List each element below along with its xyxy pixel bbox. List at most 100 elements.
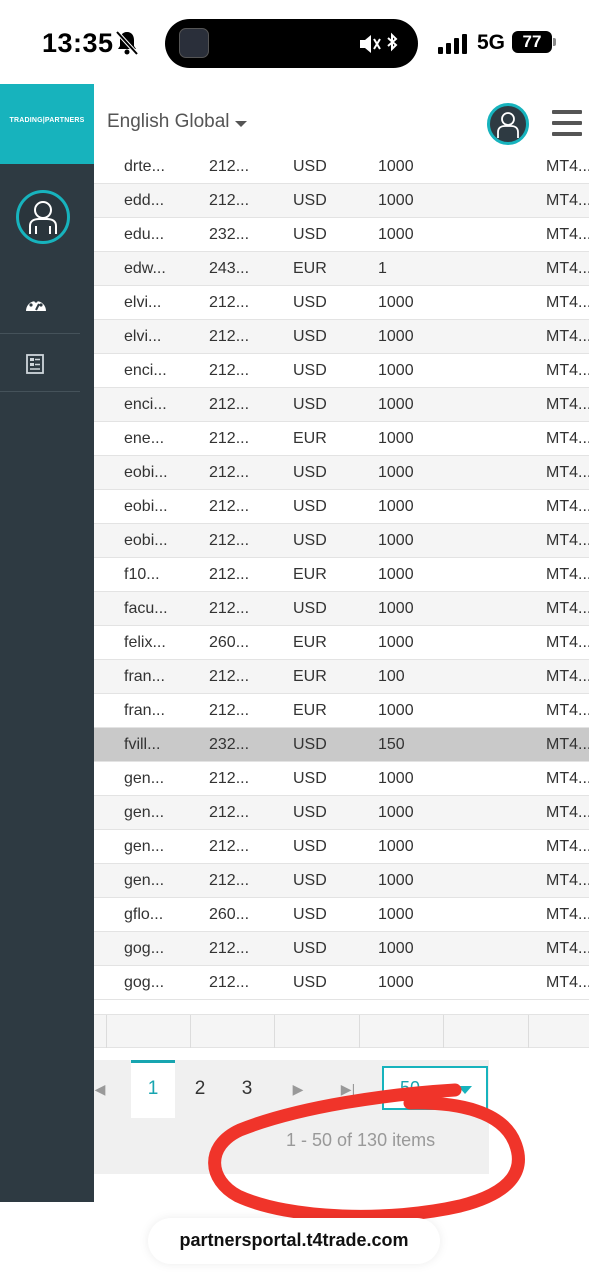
sidebar-item-dashboard[interactable]	[0, 277, 80, 334]
page-size-select[interactable]: 50	[382, 1066, 488, 1110]
table-cell: 212...	[209, 940, 250, 957]
table-cell: 232...	[209, 226, 250, 243]
last-page-button[interactable]: ▶|	[326, 1060, 370, 1118]
table-cell: USD	[293, 770, 327, 787]
report-icon	[26, 354, 44, 374]
table-row[interactable]: elvi... 212... USD 1000 MT4...	[94, 286, 589, 320]
table-row[interactable]: ene... 212... EUR 1000 MT4...	[94, 422, 589, 456]
table-cell: MT4...	[546, 804, 589, 821]
browser-url-bar[interactable]: partnersportal.t4trade.com	[148, 1218, 440, 1264]
table-cell: elvi...	[124, 294, 162, 311]
table-cell: edu...	[124, 226, 165, 243]
table-cell: EUR	[293, 430, 327, 447]
table-row[interactable]: fran... 212... EUR 100 MT4...	[94, 660, 589, 694]
table-row[interactable]: enci... 212... USD 1000 MT4...	[94, 354, 589, 388]
table-cell: 212...	[209, 430, 250, 447]
table-cell: 1000	[378, 838, 414, 855]
app-icon	[179, 28, 209, 58]
table-cell: 1	[378, 260, 387, 277]
table-cell: 1000	[378, 226, 414, 243]
table-cell: gen...	[124, 872, 165, 889]
table-cell: 212...	[209, 974, 250, 991]
sidebar-item-reports[interactable]	[0, 335, 80, 392]
table-cell: elvi...	[124, 328, 162, 345]
table-row[interactable]: drte... 212... USD 1000 MT4...	[94, 150, 589, 184]
table-row[interactable]: gen... 212... USD 1000 MT4...	[94, 830, 589, 864]
table-footer-row	[94, 1014, 589, 1049]
table-row[interactable]: gflo... 260... USD 1000 MT4...	[94, 898, 589, 932]
dashboard-icon	[26, 299, 46, 311]
table-cell: drte...	[124, 158, 165, 175]
table-cell: 212...	[209, 770, 250, 787]
table-cell: MT4...	[546, 294, 589, 311]
table-row[interactable]: f10... 212... EUR 1000 MT4...	[94, 558, 589, 592]
chevron-down-icon	[458, 1086, 472, 1094]
table-row[interactable]: eobi... 212... USD 1000 MT4...	[94, 456, 589, 490]
status-time: 13:35	[42, 28, 114, 58]
table-cell: 1000	[378, 430, 414, 447]
table-row[interactable]: gog... 212... USD 1000 MT4...	[94, 966, 589, 1000]
table-cell: 1000	[378, 294, 414, 311]
next-page-button[interactable]: ▶	[276, 1060, 320, 1118]
page-button-3[interactable]: 3	[225, 1060, 269, 1118]
table-row[interactable]: edd... 212... USD 1000 MT4...	[94, 184, 589, 218]
table-row[interactable]: facu... 212... USD 1000 MT4...	[94, 592, 589, 626]
table-cell: USD	[293, 226, 327, 243]
table-cell: gen...	[124, 804, 165, 821]
table-cell: MT4...	[546, 498, 589, 515]
table-cell: USD	[293, 838, 327, 855]
items-count-info: 1 - 50 of 130 items	[286, 1130, 436, 1150]
page-size-value: 50	[400, 1078, 421, 1098]
brand-logo[interactable]: TRADING|PARTNERS	[0, 84, 94, 164]
chevron-down-icon[interactable]	[235, 121, 247, 127]
table-row[interactable]: edw... 243... EUR 1 MT4...	[94, 252, 589, 286]
table-row[interactable]: edu... 232... USD 1000 MT4...	[94, 218, 589, 252]
table-cell: 212...	[209, 566, 250, 583]
table-cell: USD	[293, 804, 327, 821]
user-avatar[interactable]	[16, 190, 70, 244]
table-cell: facu...	[124, 600, 168, 617]
table-row[interactable]: eobi... 212... USD 1000 MT4...	[94, 524, 589, 558]
menu-icon[interactable]	[552, 110, 582, 136]
table-cell: EUR	[293, 668, 327, 685]
table-row[interactable]: elvi... 212... USD 1000 MT4...	[94, 320, 589, 354]
table-cell: USD	[293, 158, 327, 175]
table-cell: MT4...	[546, 600, 589, 617]
table-cell: MT4...	[546, 362, 589, 379]
table-row[interactable]: eobi... 212... USD 1000 MT4...	[94, 490, 589, 524]
table-row[interactable]: gog... 212... USD 1000 MT4...	[94, 932, 589, 966]
table-cell: 1000	[378, 940, 414, 957]
table-cell: edw...	[124, 260, 166, 277]
language-selector[interactable]: English Global	[107, 111, 230, 133]
table-row[interactable]: felix... 260... EUR 1000 MT4...	[94, 626, 589, 660]
bell-slash-icon	[115, 30, 139, 56]
page-button-2[interactable]: 2	[178, 1060, 222, 1118]
table-cell: edd...	[124, 192, 165, 209]
table-cell: MT4...	[546, 464, 589, 481]
sidebar: TRADING|PARTNERS	[0, 84, 94, 1202]
table-row[interactable]: gen... 212... USD 1000 MT4...	[94, 796, 589, 830]
table-cell: USD	[293, 464, 327, 481]
table-row[interactable]: gen... 212... USD 1000 MT4...	[94, 864, 589, 898]
table-row[interactable]: enci... 212... USD 1000 MT4...	[94, 388, 589, 422]
table-cell: USD	[293, 906, 327, 923]
table-row[interactable]: fran... 212... EUR 1000 MT4...	[94, 694, 589, 728]
table-cell: MT4...	[546, 906, 589, 923]
page-button-1[interactable]: 1	[131, 1060, 175, 1118]
battery-tip	[553, 38, 556, 46]
table-row[interactable]: fvill... 232... USD 150 MT4...	[94, 728, 589, 762]
prev-page-button[interactable]: ◀	[78, 1060, 122, 1118]
table-cell: USD	[293, 192, 327, 209]
header-avatar[interactable]	[487, 103, 529, 145]
table-cell: 212...	[209, 838, 250, 855]
table-cell: MT4...	[546, 532, 589, 549]
table-cell: 212...	[209, 294, 250, 311]
table-cell: USD	[293, 736, 327, 753]
table-cell: MT4...	[546, 872, 589, 889]
table-cell: USD	[293, 532, 327, 549]
table-cell: MT4...	[546, 838, 589, 855]
table-row[interactable]: gen... 212... USD 1000 MT4...	[94, 762, 589, 796]
table-cell: 1000	[378, 362, 414, 379]
status-bar: 13:35 5G 77	[0, 0, 589, 84]
table-cell: EUR	[293, 634, 327, 651]
